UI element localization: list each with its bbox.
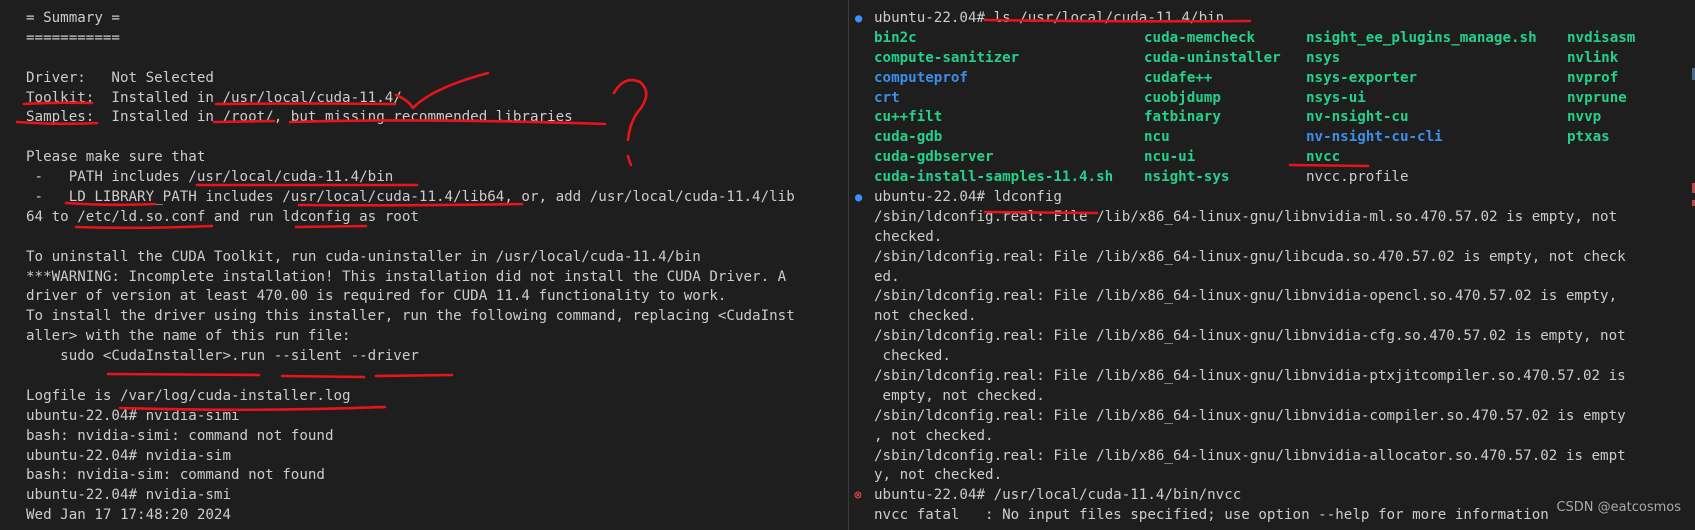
ls-entry: cu++filt <box>874 109 943 126</box>
ldconfig-line: empty, not checked. <box>874 387 1045 404</box>
terminal-line: ubuntu-22.04# nvidia-sim <box>26 447 231 464</box>
ls-entry: bin2c <box>874 29 917 46</box>
ls-entry: cuda-gdbserver <box>874 149 994 166</box>
terminal-line: aller> with the name of this run file: <box>26 328 351 345</box>
ls-entry: nv-nsight-cu <box>1306 109 1409 126</box>
ls-entry: nvprof <box>1567 69 1619 86</box>
command-success-icon[interactable]: ● <box>855 188 862 208</box>
ldconfig-line: not checked. <box>874 308 977 325</box>
left-terminal-output: = Summary = =========== Driver: Not Select… <box>26 9 848 526</box>
ls-entry: nvvp <box>1567 109 1602 126</box>
right-terminal-output: ● ubuntu-22.04# ls /usr/local/cuda-11.4/… <box>854 9 1695 526</box>
command-error-icon[interactable]: ⊗ <box>854 486 862 506</box>
terminal-line: bash: nvidia-simi: command not found <box>26 427 334 444</box>
terminal-line: Logfile is /var/log/cuda-installer.log <box>26 387 351 404</box>
terminal-line: ubuntu-22.04# nvidia-simi <box>26 407 240 424</box>
terminal-line: - LD_LIBRARY_PATH includes /usr/local/cu… <box>26 189 795 206</box>
ldconfig-line: /sbin/ldconfig.real: File /lib/x86_64-li… <box>874 447 1626 464</box>
terminal-line: 64 to /etc/ld.so.conf and run ldconfig a… <box>26 208 419 225</box>
ls-entry: nsys-ui <box>1306 89 1366 106</box>
terminal-line: driver of version at least 470.00 is req… <box>26 288 727 305</box>
ls-entry: nvprune <box>1567 89 1627 106</box>
terminal-line: sudo <CudaInstaller>.run --silent --driv… <box>26 348 419 365</box>
ls-entry: nvcc.profile <box>1306 169 1409 186</box>
ls-entry: ncu <box>1144 129 1170 146</box>
ldconfig-output: /sbin/ldconfig.real: File /lib/x86_64-li… <box>874 208 1695 486</box>
terminal-line: = Summary = <box>26 10 120 26</box>
ldconfig-line: checked. <box>874 348 951 365</box>
terminal-line: Wed Jan 17 17:48:20 2024 <box>26 507 231 524</box>
terminal-line: - PATH includes /usr/local/cuda-11.4/bin <box>26 169 394 186</box>
terminal-line: Toolkit: Installed in /usr/local/cuda-11… <box>26 89 402 106</box>
terminal-line: ubuntu-22.04# nvidia-smi <box>26 487 231 504</box>
ls-entry: nsight-sys <box>1144 169 1230 186</box>
ldconfig-line: /sbin/ldconfig.real: File /lib/x86_64-li… <box>874 407 1626 424</box>
terminal-line: ***WARNING: Incomplete installation! Thi… <box>26 268 787 285</box>
terminal-line: Please make sure that <box>26 149 206 166</box>
command-success-icon[interactable]: ● <box>855 9 862 29</box>
prompt-ls: ubuntu-22.04# ls /usr/local/cuda-11.4/bi… <box>874 10 1225 26</box>
right-terminal-pane[interactable]: ● ubuntu-22.04# ls /usr/local/cuda-11.4/… <box>848 0 1695 530</box>
ldconfig-line: , not checked. <box>874 427 994 444</box>
left-terminal-pane[interactable]: = Summary = =========== Driver: Not Select… <box>0 0 848 530</box>
terminal-line: =========== <box>26 29 120 46</box>
ls-entry: cuda-gdb <box>874 129 943 146</box>
ldconfig-line: checked. <box>874 228 943 245</box>
terminal-line: To uninstall the CUDA Toolkit, run cuda-… <box>26 248 701 265</box>
ldconfig-line: ed. <box>874 268 900 285</box>
ldconfig-line: /sbin/ldconfig.real: File /lib/x86_64-li… <box>874 248 1626 265</box>
ls-entry: computeprof <box>874 69 968 86</box>
terminal-line: bash: nvidia-sim: command not found <box>26 467 325 484</box>
ls-entry: nvlink <box>1567 49 1619 66</box>
terminal-line: Samples: Installed in /root/, but missin… <box>26 109 573 126</box>
ls-entry: ptxas <box>1567 129 1610 146</box>
ls-entry <box>1567 168 1667 188</box>
ls-entry: nsys <box>1306 49 1341 66</box>
ls-entry: nvcc <box>1306 149 1341 166</box>
ls-entry: crt <box>874 89 900 106</box>
ls-entry: fatbinary <box>1144 109 1221 126</box>
ls-entry: cuda-install-samples-11.4.sh <box>874 169 1114 186</box>
ls-entry: nsys-exporter <box>1306 69 1418 86</box>
ls-entry: cuda-uninstaller <box>1144 49 1281 66</box>
ldconfig-line: /sbin/ldconfig.real: File /lib/x86_64-li… <box>874 368 1626 385</box>
ls-entry: nsight_ee_plugins_manage.sh <box>1306 29 1537 46</box>
ls-entry: nv-nsight-cu-cli <box>1306 129 1443 146</box>
ls-entry: ncu-ui <box>1144 149 1196 166</box>
ls-output-grid: bin2c cuda-memcheck nsight_ee_plugins_mana… <box>874 29 1695 188</box>
terminal-line: To install the driver using this install… <box>26 308 795 325</box>
ls-entry: compute-sanitizer <box>874 49 1020 66</box>
ldconfig-line: /sbin/ldconfig.real: File /lib/x86_64-li… <box>874 328 1626 345</box>
ls-entry: cuobjdump <box>1144 89 1221 106</box>
prompt-ldconfig: ubuntu-22.04# ldconfig <box>874 189 1062 206</box>
ls-entry <box>1567 148 1667 168</box>
ls-entry: cudafe++ <box>1144 69 1213 86</box>
terminal-line: Driver: Not Selected <box>26 69 214 86</box>
ls-entry: cuda-memcheck <box>1144 29 1256 46</box>
ldconfig-line: y, not checked. <box>874 467 1003 484</box>
ldconfig-line: /sbin/ldconfig.real: File /lib/x86_64-li… <box>874 208 1618 225</box>
watermark: CSDN @eatcosmos <box>1556 500 1681 515</box>
ldconfig-line: /sbin/ldconfig.real: File /lib/x86_64-li… <box>874 288 1618 305</box>
ls-entry: nvdisasm <box>1567 29 1636 46</box>
